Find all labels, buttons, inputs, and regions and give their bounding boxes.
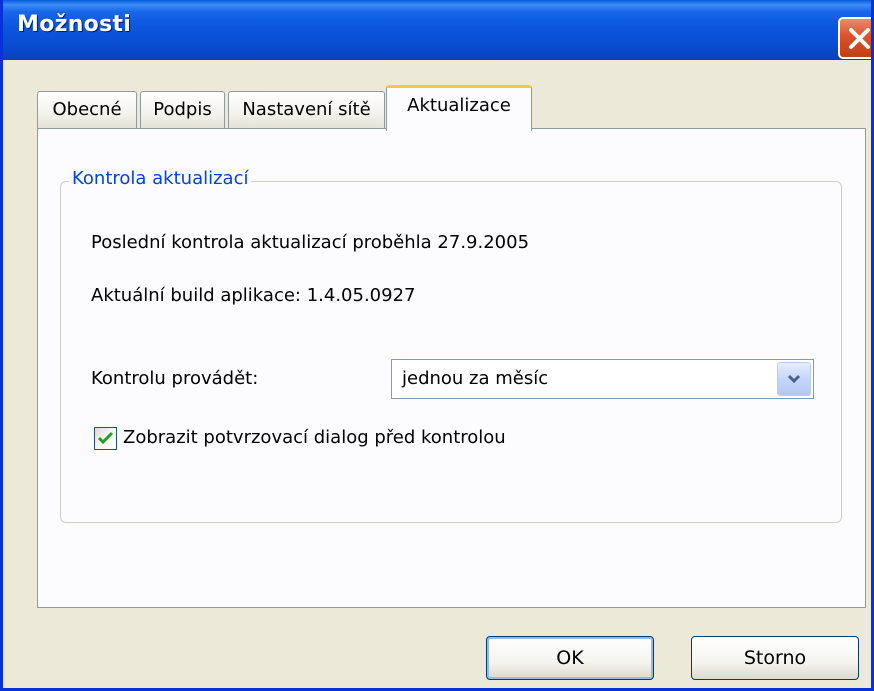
cancel-button[interactable]: Storno [691,636,859,680]
options-dialog: Možnosti Obecné Podpis Nastavení sítě Ak… [0,0,874,691]
frequency-value: jednou za měsíc [402,368,549,389]
tab-general[interactable]: Obecné [37,91,137,129]
build-text: Aktuální build aplikace: 1.4.05.0927 [91,285,416,306]
confirm-dialog-checkbox[interactable] [94,427,117,450]
tab-network-settings[interactable]: Nastavení sítě [228,91,385,129]
tab-panel-updates: Kontrola aktualizací Poslední kontrola a… [37,128,866,608]
ok-button[interactable]: OK [486,636,654,680]
update-check-group: Kontrola aktualizací Poslední kontrola a… [60,168,842,523]
last-check-text: Poslední kontrola aktualizací proběhla 2… [91,232,530,253]
confirm-dialog-label[interactable]: Zobrazit potvrzovací dialog před kontrol… [123,427,506,448]
group-legend: Kontrola aktualizací [69,168,252,189]
tab-updates[interactable]: Aktualizace [386,85,532,131]
close-icon [849,28,870,49]
tab-signature[interactable]: Podpis [140,91,225,129]
title-bar[interactable]: Možnosti [3,0,871,60]
frequency-select[interactable]: jednou za měsíc [391,359,814,399]
frequency-label: Kontrolu provádět: [91,368,259,389]
dropdown-button[interactable] [777,362,811,396]
window-title: Možnosti [17,12,132,37]
close-button[interactable] [838,17,871,59]
checkmark-icon [97,431,114,445]
chevron-down-icon [787,374,801,384]
